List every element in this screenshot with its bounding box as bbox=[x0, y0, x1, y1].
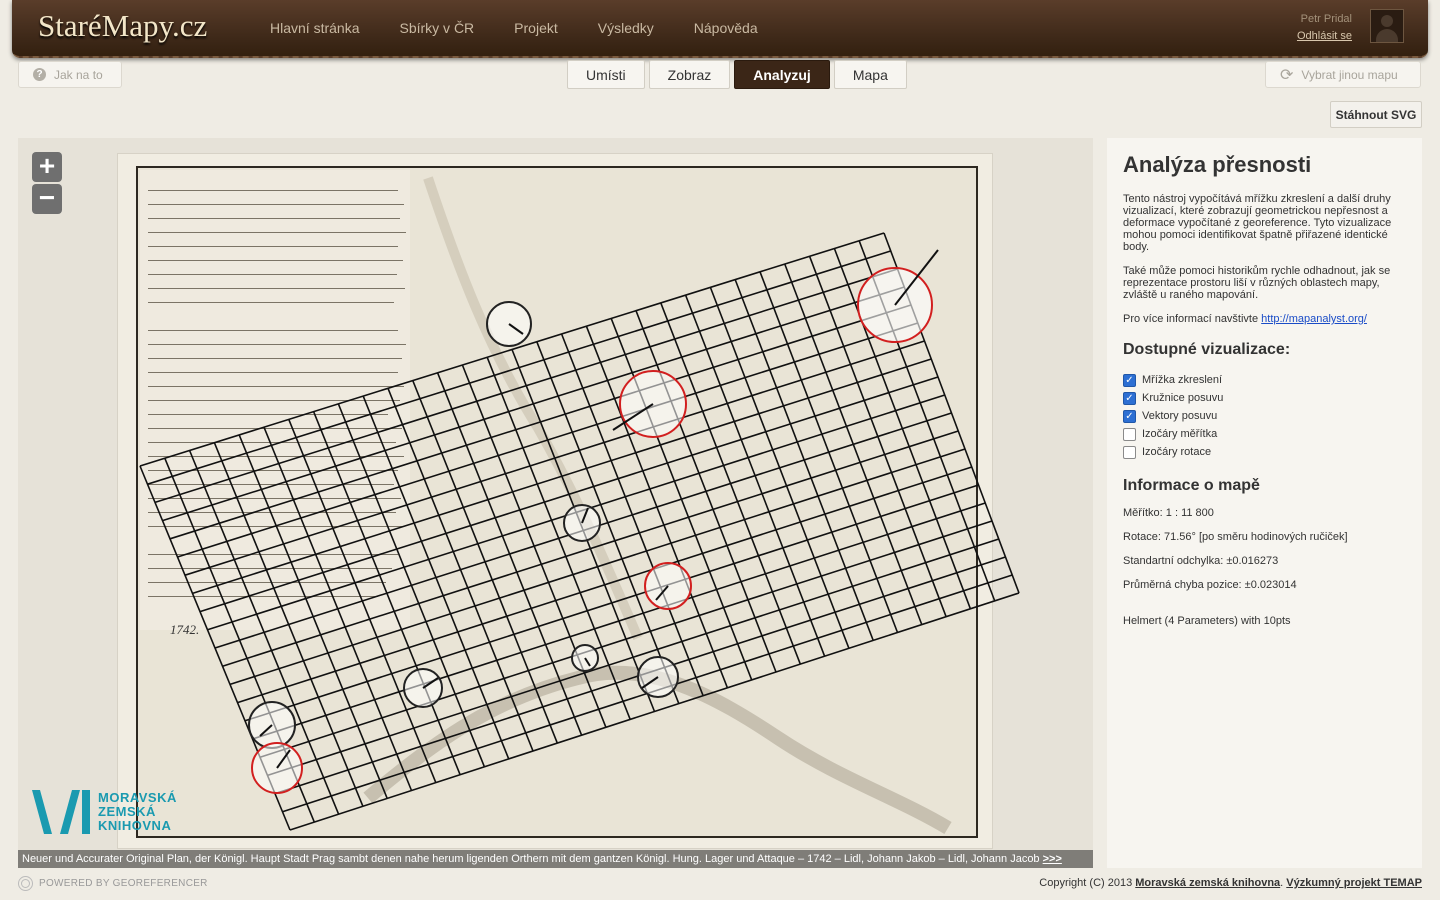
how-to-label: Jak na to bbox=[54, 67, 103, 82]
panel-title: Analýza přesnosti bbox=[1123, 152, 1312, 177]
footer-link-mzk[interactable]: Moravská zemská knihovna bbox=[1135, 877, 1280, 889]
question-icon: ? bbox=[33, 68, 46, 81]
footer-link-temap[interactable]: Výzkumný projekt TEMAP bbox=[1286, 877, 1422, 889]
tab-analyze[interactable]: Analyzuj bbox=[734, 60, 830, 89]
circle-3 bbox=[612, 370, 687, 438]
map-viewer[interactable]: 1742. + − MORAVSKÁ ZEMSKÁ KNIHOVNA Neuer… bbox=[18, 138, 1093, 868]
analysis-panel: Analýza přesnosti Tento nástroj vypočítá… bbox=[1107, 138, 1422, 868]
vis-rotation-isolines[interactable]: Izočáry rotace bbox=[1123, 443, 1406, 461]
checkbox-rotation-isolines[interactable] bbox=[1123, 445, 1136, 459]
circle-7 bbox=[637, 656, 679, 698]
georeferencer-icon bbox=[18, 876, 33, 891]
visualizations-heading: Dostupné vizualizace: bbox=[1123, 341, 1291, 358]
avatar[interactable] bbox=[1370, 9, 1404, 43]
checkbox-scale-isolines[interactable] bbox=[1123, 427, 1136, 441]
zoom-out-button[interactable]: − bbox=[32, 184, 62, 214]
avatar-body bbox=[1376, 29, 1398, 42]
panel-intro: Tento nástroj vypočítává mřížku zkreslen… bbox=[1123, 193, 1392, 253]
map-mean-error: Průměrná chyba pozice: ±0.023014 bbox=[1123, 579, 1297, 591]
nav-home[interactable]: Hlavní stránka bbox=[270, 20, 359, 36]
copyright: Copyright (C) 2013 Moravská zemská kniho… bbox=[1039, 877, 1422, 889]
mapanalyst-link[interactable]: http://mapanalyst.org/ bbox=[1261, 313, 1367, 325]
main-nav: Hlavní stránka Sbírky v ČR Projekt Výsle… bbox=[270, 20, 758, 36]
mzk-logo-mark bbox=[32, 790, 90, 834]
circle-2 bbox=[857, 249, 939, 343]
panel-historians-note: Také může pomoci historikům rychle odhad… bbox=[1123, 265, 1391, 301]
workflow-tabs: Umísti Zobraz Analyzuj Mapa bbox=[567, 60, 907, 89]
site-logo[interactable]: StaréMapy.cz bbox=[38, 8, 207, 44]
map-transformation: Helmert (4 Parameters) with 10pts bbox=[1123, 615, 1291, 627]
choose-other-map-label: Vybrat jinou mapu bbox=[1301, 67, 1398, 82]
visualization-list: ✓ Mřížka zkreslení ✓ Kružnice posuvu ✓ V… bbox=[1123, 371, 1406, 461]
powered-by[interactable]: POWERED BY GEOREFERENCER bbox=[18, 876, 208, 891]
nav-results[interactable]: Výsledky bbox=[598, 20, 654, 36]
circle-10 bbox=[251, 742, 303, 794]
vis-scale-isolines[interactable]: Izočáry měřítka bbox=[1123, 425, 1406, 443]
circle-8 bbox=[403, 668, 443, 708]
refresh-icon: ⟳ bbox=[1280, 66, 1294, 84]
map-caption-more-link[interactable]: >>> bbox=[1043, 853, 1062, 865]
mzk-logo[interactable]: MORAVSKÁ ZEMSKÁ KNIHOVNA bbox=[32, 790, 177, 834]
user-box: Petr Pridal Odhlásit se bbox=[1297, 11, 1352, 45]
user-name: Petr Pridal bbox=[1300, 13, 1352, 25]
map-scale: Měřítko: 1 : 11 800 bbox=[1123, 507, 1214, 519]
nav-help[interactable]: Nápověda bbox=[694, 20, 758, 36]
circle-5 bbox=[644, 562, 692, 610]
choose-other-map-button[interactable]: ⟳ Vybrat jinou mapu bbox=[1265, 61, 1421, 88]
map-info-heading: Informace o mapě bbox=[1123, 477, 1260, 494]
checkbox-distortion-grid[interactable]: ✓ bbox=[1123, 373, 1136, 387]
panel-more-info: Pro více informací navštivte http://mapa… bbox=[1123, 313, 1367, 325]
checkbox-displacement-vectors[interactable]: ✓ bbox=[1123, 409, 1136, 423]
top-header: StaréMapy.cz Hlavní stránka Sbírky v ČR … bbox=[12, 0, 1428, 58]
circle-1 bbox=[486, 301, 532, 347]
download-svg-button[interactable]: Stáhnout SVG bbox=[1330, 101, 1422, 128]
circle-9 bbox=[248, 701, 296, 749]
circle-4 bbox=[563, 504, 601, 542]
powered-by-text: POWERED BY GEOREFERENCER bbox=[39, 878, 208, 889]
tab-map[interactable]: Mapa bbox=[833, 60, 907, 89]
tab-view[interactable]: Zobraz bbox=[648, 60, 731, 89]
analysis-overlay bbox=[139, 176, 1020, 835]
vis-displacement-circles[interactable]: ✓ Kružnice posuvu bbox=[1123, 389, 1406, 407]
logout-link[interactable]: Odhlásit se bbox=[1297, 28, 1352, 45]
vis-displacement-vectors[interactable]: ✓ Vektory posuvu bbox=[1123, 407, 1406, 425]
nav-project[interactable]: Projekt bbox=[514, 20, 558, 36]
map-std-deviation: Standartní odchylka: ±0.016273 bbox=[1123, 555, 1279, 567]
map-caption: Neuer und Accurater Original Plan, der K… bbox=[18, 850, 1093, 868]
checkbox-displacement-circles[interactable]: ✓ bbox=[1123, 391, 1136, 405]
map-caption-text: Neuer und Accurater Original Plan, der K… bbox=[22, 853, 1040, 865]
avatar-head bbox=[1381, 15, 1393, 27]
how-to-button[interactable]: ? Jak na to bbox=[18, 61, 122, 88]
nav-collections[interactable]: Sbírky v ČR bbox=[399, 20, 474, 36]
tab-place[interactable]: Umísti bbox=[567, 60, 645, 89]
map-rotation: Rotace: 71.56° [po směru hodinových ruči… bbox=[1123, 531, 1348, 543]
vis-distortion-grid[interactable]: ✓ Mřížka zkreslení bbox=[1123, 371, 1406, 389]
zoom-in-button[interactable]: + bbox=[32, 152, 62, 182]
circle-6 bbox=[571, 644, 599, 672]
mzk-logo-text: MORAVSKÁ ZEMSKÁ KNIHOVNA bbox=[98, 790, 177, 833]
